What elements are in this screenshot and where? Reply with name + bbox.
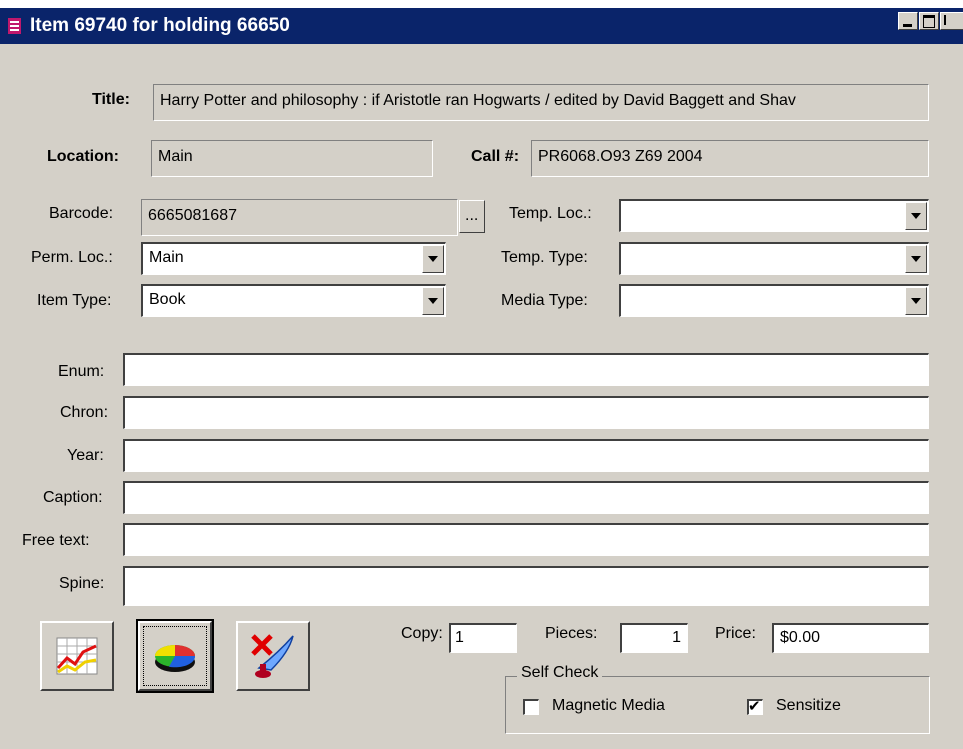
maximize-button[interactable] <box>919 12 939 30</box>
item-type-value: Book <box>149 291 186 308</box>
title-label: Title: <box>92 91 130 108</box>
statistics-button[interactable] <box>40 621 114 691</box>
temp-loc-label: Temp. Loc.: <box>509 205 592 222</box>
pie-chart-button[interactable] <box>136 619 214 693</box>
sensitize-label: Sensitize <box>776 697 841 714</box>
chevron-down-icon[interactable] <box>905 287 927 315</box>
chron-label: Chron: <box>60 404 109 421</box>
copy-label: Copy: <box>401 625 443 642</box>
temp-type-select[interactable] <box>619 242 929 275</box>
perm-loc-select[interactable]: Main <box>141 242 446 275</box>
barcode-label: Barcode: <box>49 205 114 222</box>
chevron-down-icon[interactable] <box>905 245 927 273</box>
copy-value: 1 <box>455 629 464 646</box>
perm-loc-value: Main <box>149 249 184 266</box>
media-type-label: Media Type: <box>501 292 588 309</box>
enum-label: Enum: <box>58 363 105 380</box>
temp-type-label: Temp. Type: <box>501 249 588 266</box>
perm-loc-label: Perm. Loc.: <box>31 249 113 266</box>
close-icon <box>944 15 958 25</box>
pieces-label: Pieces: <box>545 625 598 642</box>
price-label: Price: <box>715 625 756 642</box>
chevron-down-icon[interactable] <box>422 245 444 273</box>
year-label: Year: <box>67 447 104 464</box>
title-value: Harry Potter and philosophy : if Aristot… <box>160 92 796 109</box>
minimize-button[interactable] <box>898 12 918 30</box>
location-field: Main <box>151 140 433 177</box>
pieces-field[interactable]: 1 <box>620 623 688 653</box>
media-type-select[interactable] <box>619 284 929 317</box>
self-check-legend: Self Check <box>517 664 603 682</box>
magnetic-media-checkbox[interactable] <box>523 699 539 715</box>
item-type-label: Item Type: <box>37 292 112 309</box>
title-field: Harry Potter and philosophy : if Aristot… <box>153 84 929 121</box>
free-text-field[interactable] <box>123 523 929 556</box>
chart-icon <box>56 637 98 675</box>
barcode-browse-button[interactable]: ... <box>459 200 485 233</box>
year-field[interactable] <box>123 439 929 472</box>
item-type-select[interactable]: Book <box>141 284 446 317</box>
pie-chart-icon <box>155 645 196 672</box>
magnetic-media-label: Magnetic Media <box>552 697 665 714</box>
call-number-field: PR6068.O93 Z69 2004 <box>531 140 929 177</box>
barcode-field: 6665081687 <box>141 199 458 236</box>
free-text-label: Free text: <box>22 532 90 549</box>
checkmark-icon: ✔ <box>748 698 761 715</box>
location-label: Location: <box>47 148 119 165</box>
location-value: Main <box>158 148 193 165</box>
title-bar[interactable]: Item 69740 for holding 66650 <box>0 8 963 44</box>
spine-field[interactable] <box>123 566 929 606</box>
app-icon <box>8 18 21 34</box>
maximize-icon <box>923 15 935 28</box>
chron-field[interactable] <box>123 396 929 429</box>
pieces-value: 1 <box>672 629 681 646</box>
price-field[interactable]: $0.00 <box>772 623 929 653</box>
window-title: Item 69740 for holding 66650 <box>30 15 290 36</box>
call-number-label: Call #: <box>471 148 520 165</box>
close-button[interactable] <box>940 12 963 30</box>
caption-field[interactable] <box>123 481 929 514</box>
chevron-down-icon[interactable] <box>422 287 444 315</box>
call-number-value: PR6068.O93 Z69 2004 <box>538 148 703 165</box>
caption-label: Caption: <box>43 489 103 506</box>
spine-label: Spine: <box>59 575 105 592</box>
delete-item-button[interactable] <box>236 621 310 691</box>
minimize-icon <box>903 24 912 27</box>
enum-field[interactable] <box>123 353 929 386</box>
temp-loc-select[interactable] <box>619 199 929 232</box>
browse-label: ... <box>465 207 479 224</box>
chevron-down-icon[interactable] <box>905 202 927 230</box>
price-value: $0.00 <box>780 629 821 646</box>
barcode-value: 6665081687 <box>148 207 237 224</box>
copy-field[interactable]: 1 <box>449 623 517 653</box>
delete-icon <box>251 634 294 678</box>
sensitize-checkbox[interactable]: ✔ <box>747 698 763 715</box>
